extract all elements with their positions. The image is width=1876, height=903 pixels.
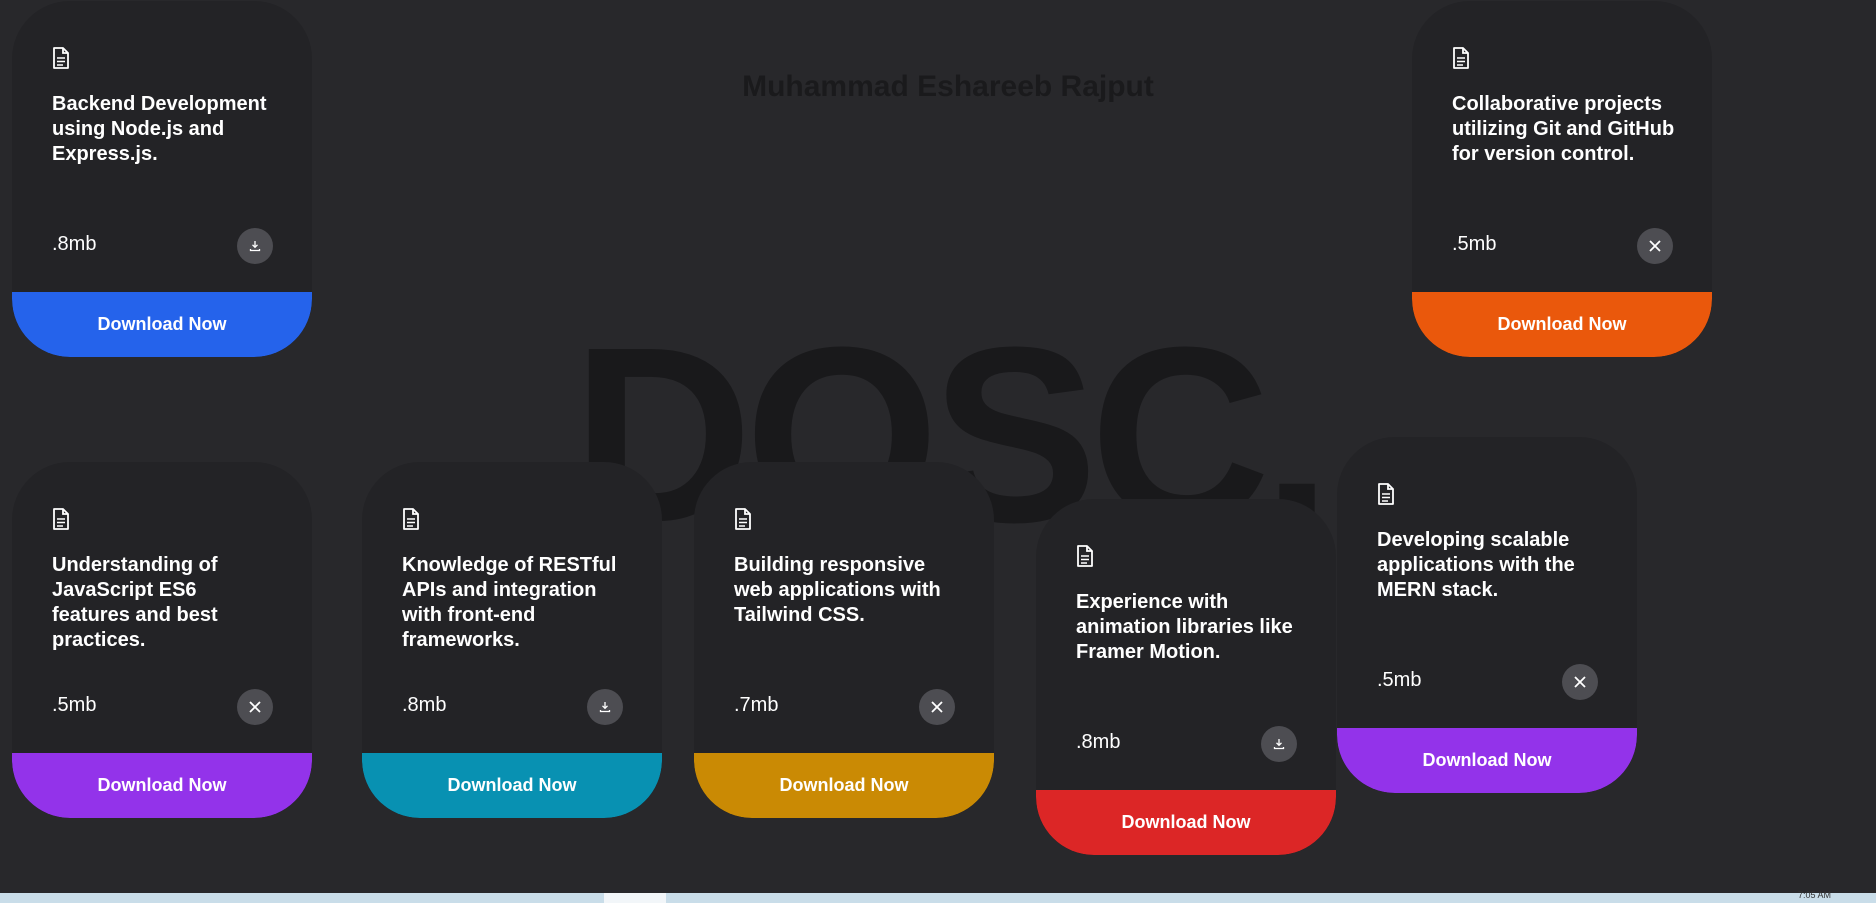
card-title: Building responsive web applications wit… <box>734 554 941 626</box>
file-size: .8mb <box>402 694 447 716</box>
close-icon <box>931 701 943 713</box>
close-button[interactable] <box>1637 228 1673 264</box>
card-title: Collaborative projects utilizing Git and… <box>1452 93 1675 165</box>
file-size: .8mb <box>1076 731 1121 753</box>
taskbar-active-app[interactable] <box>604 893 666 903</box>
download-now-button[interactable]: Download Now <box>694 753 994 818</box>
download-now-button[interactable]: Download Now <box>12 753 312 818</box>
card-mern-stack[interactable]: Developing scalable applications with th… <box>1337 437 1637 793</box>
card-title: Knowledge of RESTful APIs and integratio… <box>402 554 617 651</box>
download-icon-button[interactable] <box>1261 726 1297 762</box>
download-icon <box>599 702 611 713</box>
file-text-icon <box>52 508 70 530</box>
file-size: .8mb <box>52 233 97 255</box>
download-now-button[interactable]: Download Now <box>362 753 662 818</box>
card-backend-development[interactable]: Backend Development using Node.js and Ex… <box>12 1 312 357</box>
close-icon <box>1649 240 1661 252</box>
close-button[interactable] <box>919 689 955 725</box>
file-size: .5mb <box>1377 669 1422 691</box>
card-framer-motion[interactable]: Experience with animation libraries like… <box>1036 499 1336 855</box>
os-taskbar: 7:05 AM <box>0 890 1876 903</box>
file-text-icon <box>402 508 420 530</box>
card-javascript-es6[interactable]: Understanding of JavaScript ES6 features… <box>12 462 312 818</box>
download-icon <box>249 241 261 252</box>
close-button[interactable] <box>237 689 273 725</box>
download-now-button[interactable]: Download Now <box>1412 292 1712 357</box>
card-title: Backend Development using Node.js and Ex… <box>52 93 267 165</box>
download-now-button[interactable]: Download Now <box>12 292 312 357</box>
file-size: .7mb <box>734 694 779 716</box>
file-text-icon <box>1452 47 1470 69</box>
file-text-icon <box>52 47 70 69</box>
download-now-button[interactable]: Download Now <box>1036 790 1336 855</box>
download-icon-button[interactable] <box>237 228 273 264</box>
download-icon-button[interactable] <box>587 689 623 725</box>
card-restful-apis[interactable]: Knowledge of RESTful APIs and integratio… <box>362 462 662 818</box>
close-icon <box>1574 676 1586 688</box>
close-icon <box>249 701 261 713</box>
download-now-button[interactable]: Download Now <box>1337 728 1637 793</box>
card-title: Understanding of JavaScript ES6 features… <box>52 554 218 651</box>
file-size: .5mb <box>52 694 97 716</box>
file-text-icon <box>734 508 752 530</box>
card-title: Developing scalable applications with th… <box>1377 529 1575 601</box>
taskbar-clock: 7:05 AM <box>1797 890 1831 900</box>
download-icon <box>1273 739 1285 750</box>
card-title: Experience with animation libraries like… <box>1076 591 1293 663</box>
close-button[interactable] <box>1562 664 1598 700</box>
card-collaborative-projects[interactable]: Collaborative projects utilizing Git and… <box>1412 1 1712 357</box>
file-size: .5mb <box>1452 233 1497 255</box>
file-text-icon <box>1076 545 1094 567</box>
file-text-icon <box>1377 483 1395 505</box>
card-tailwind-css[interactable]: Building responsive web applications wit… <box>694 462 994 818</box>
